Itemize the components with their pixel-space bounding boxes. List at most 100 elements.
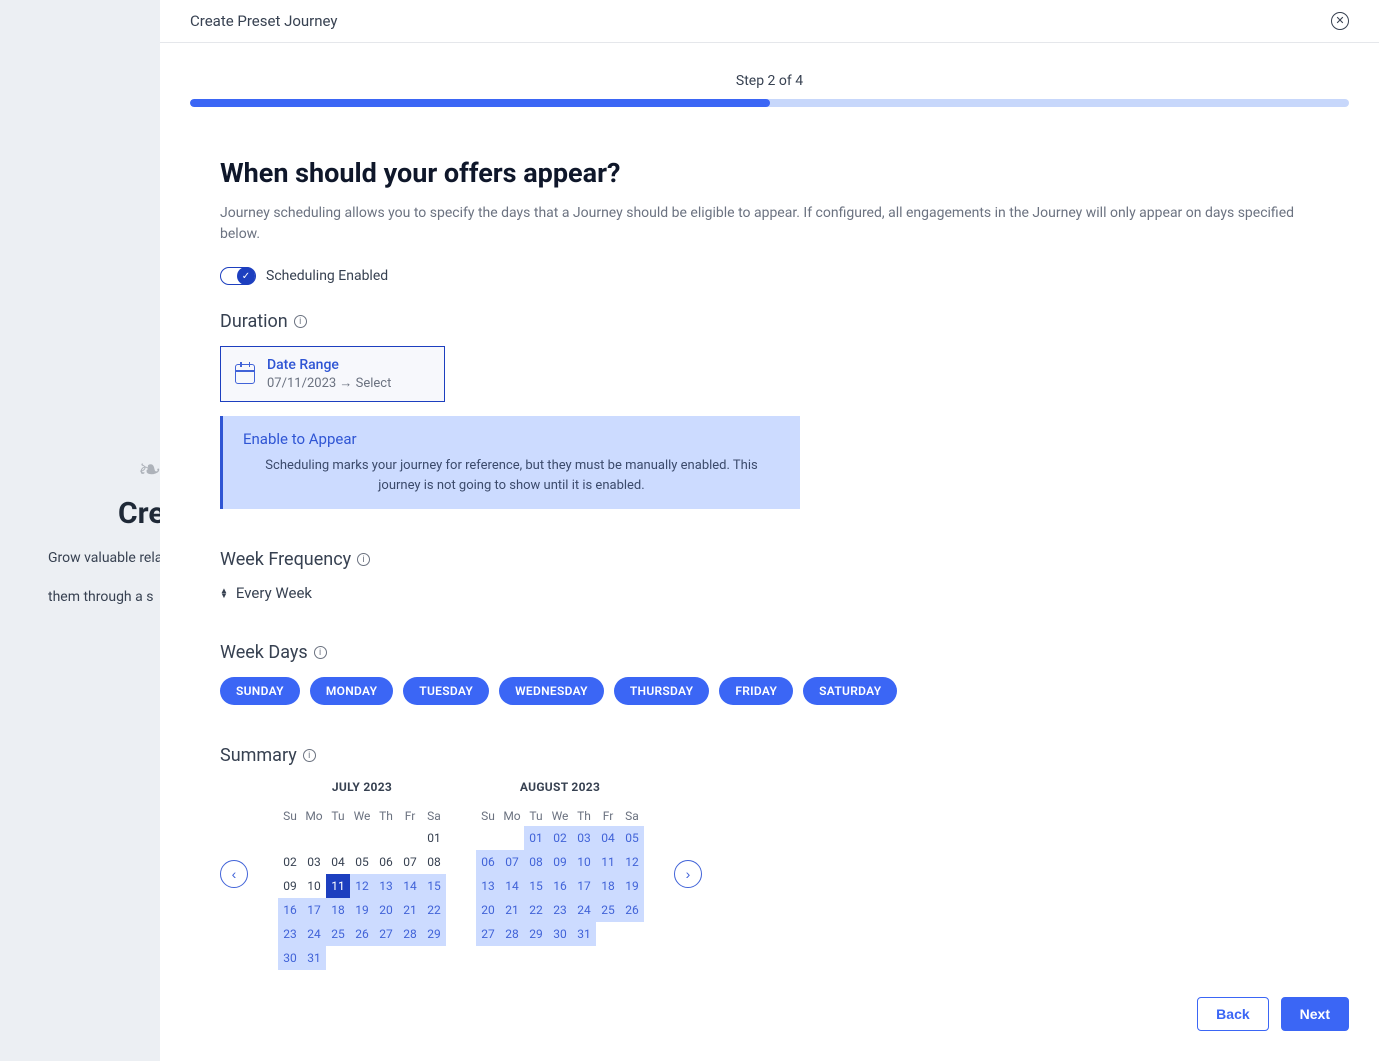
calendar-dow-head: Mo <box>302 806 326 826</box>
calendar-day[interactable]: 13 <box>374 874 398 898</box>
weekday-chip-monday[interactable]: MONDAY <box>310 677 393 705</box>
calendar-day[interactable]: 29 <box>422 922 446 946</box>
calendar-day[interactable]: 05 <box>620 826 644 850</box>
calendar-icon <box>235 364 255 384</box>
calendar-day[interactable]: 10 <box>302 874 326 898</box>
calendar-day[interactable]: 08 <box>422 850 446 874</box>
calendar-day[interactable]: 11 <box>326 874 350 898</box>
info-icon[interactable]: i <box>357 553 370 566</box>
calendar-day[interactable]: 25 <box>596 898 620 922</box>
calendar-day[interactable]: 31 <box>572 922 596 946</box>
info-icon[interactable]: i <box>303 749 316 762</box>
calendar-month: AUGUST 2023SuMoTuWeThFrSa010203040506070… <box>476 780 644 970</box>
calendar-day[interactable]: 02 <box>548 826 572 850</box>
calendar-day[interactable]: 29 <box>524 922 548 946</box>
calendar-day[interactable]: 26 <box>350 922 374 946</box>
calendar-day[interactable]: 17 <box>302 898 326 922</box>
info-icon[interactable]: i <box>314 646 327 659</box>
calendar-day[interactable]: 15 <box>524 874 548 898</box>
calendar-day[interactable]: 16 <box>278 898 302 922</box>
calendar-cell-empty <box>326 826 350 850</box>
calendar-day[interactable]: 30 <box>278 946 302 970</box>
calendar-day[interactable]: 21 <box>398 898 422 922</box>
close-button[interactable]: ✕ <box>1331 12 1349 30</box>
date-range-box[interactable]: Date Range 07/11/2023 → Select <box>220 346 445 402</box>
back-button[interactable]: Back <box>1197 997 1268 1031</box>
calendar-day[interactable]: 26 <box>620 898 644 922</box>
calendar-day[interactable]: 28 <box>500 922 524 946</box>
calendar-day[interactable]: 01 <box>422 826 446 850</box>
calendar-day[interactable]: 14 <box>500 874 524 898</box>
calendar-day[interactable]: 22 <box>524 898 548 922</box>
calendar-day[interactable]: 17 <box>572 874 596 898</box>
info-icon[interactable]: i <box>294 315 307 328</box>
calendar-day[interactable]: 06 <box>374 850 398 874</box>
weekday-chip-friday[interactable]: FRIDAY <box>719 677 793 705</box>
calendar-day[interactable]: 04 <box>596 826 620 850</box>
calendar-cell-empty <box>302 826 326 850</box>
calendar-day[interactable]: 21 <box>500 898 524 922</box>
date-range-value: 07/11/2023 → Select <box>267 375 391 391</box>
calendar-day[interactable]: 24 <box>302 922 326 946</box>
enable-info-banner: Enable to Appear Scheduling marks your j… <box>220 416 800 509</box>
weekday-chip-thursday[interactable]: THURSDAY <box>614 677 709 705</box>
calendar-day[interactable]: 05 <box>350 850 374 874</box>
weekday-chip-tuesday[interactable]: TUESDAY <box>403 677 489 705</box>
calendar-prev-button[interactable]: ‹ <box>220 860 248 888</box>
calendar-day[interactable]: 27 <box>476 922 500 946</box>
calendar-day[interactable]: 07 <box>398 850 422 874</box>
calendar-cell-empty <box>476 826 500 850</box>
calendar-day[interactable]: 24 <box>572 898 596 922</box>
backdrop-content: ❧ Creat Grow valuable relat them through… <box>0 0 160 1061</box>
weekday-chip-sunday[interactable]: SUNDAY <box>220 677 300 705</box>
calendar-day[interactable]: 30 <box>548 922 572 946</box>
calendar-day[interactable]: 09 <box>548 850 572 874</box>
calendar-day[interactable]: 19 <box>350 898 374 922</box>
calendar-day[interactable]: 19 <box>620 874 644 898</box>
calendar-day[interactable]: 12 <box>620 850 644 874</box>
calendar-day[interactable]: 16 <box>548 874 572 898</box>
page-subtitle: Journey scheduling allows you to specify… <box>220 203 1319 245</box>
calendar-day[interactable]: 23 <box>278 922 302 946</box>
calendar-day[interactable]: 31 <box>302 946 326 970</box>
calendar-day[interactable]: 28 <box>398 922 422 946</box>
calendar-day[interactable]: 12 <box>350 874 374 898</box>
calendar-month: JULY 2023SuMoTuWeThFrSa01020304050607080… <box>278 780 446 970</box>
weekday-chip-saturday[interactable]: SATURDAY <box>803 677 897 705</box>
progress-fill <box>190 99 770 107</box>
scheduling-toggle[interactable]: ✓ <box>220 267 256 285</box>
calendar-day[interactable]: 07 <box>500 850 524 874</box>
calendar-day[interactable]: 14 <box>398 874 422 898</box>
calendar-day[interactable]: 23 <box>548 898 572 922</box>
calendar-day[interactable]: 09 <box>278 874 302 898</box>
calendar-day[interactable]: 18 <box>326 898 350 922</box>
frequency-selector[interactable]: ▲▼ Every Week <box>220 584 1319 602</box>
calendar-day[interactable]: 27 <box>374 922 398 946</box>
calendar-day[interactable]: 15 <box>422 874 446 898</box>
calendar-day[interactable]: 03 <box>302 850 326 874</box>
backdrop-line1: Grow valuable relat <box>48 547 160 569</box>
calendar-next-button[interactable]: › <box>674 860 702 888</box>
calendar-day[interactable]: 25 <box>326 922 350 946</box>
modal-header: Create Preset Journey ✕ <box>160 0 1379 43</box>
calendar-day[interactable]: 02 <box>278 850 302 874</box>
calendar-dow-head: Mo <box>500 806 524 826</box>
calendar-day[interactable]: 20 <box>374 898 398 922</box>
calendar-day[interactable]: 08 <box>524 850 548 874</box>
calendar-day[interactable]: 01 <box>524 826 548 850</box>
calendar-day[interactable]: 06 <box>476 850 500 874</box>
calendar-day[interactable]: 11 <box>596 850 620 874</box>
leaf-icon: ❧ <box>138 453 160 486</box>
calendar-day[interactable]: 04 <box>326 850 350 874</box>
calendar-day[interactable]: 13 <box>476 874 500 898</box>
calendar-day[interactable]: 20 <box>476 898 500 922</box>
weekday-chip-wednesday[interactable]: WEDNESDAY <box>499 677 604 705</box>
calendar-day[interactable]: 18 <box>596 874 620 898</box>
calendar-day[interactable]: 10 <box>572 850 596 874</box>
modal-panel: Create Preset Journey ✕ Step 2 of 4 When… <box>160 0 1379 1061</box>
calendar-day[interactable]: 22 <box>422 898 446 922</box>
summary-section-text: Summary <box>220 745 297 766</box>
next-button[interactable]: Next <box>1281 997 1349 1031</box>
calendar-day[interactable]: 03 <box>572 826 596 850</box>
calendar-dow-head: Th <box>572 806 596 826</box>
